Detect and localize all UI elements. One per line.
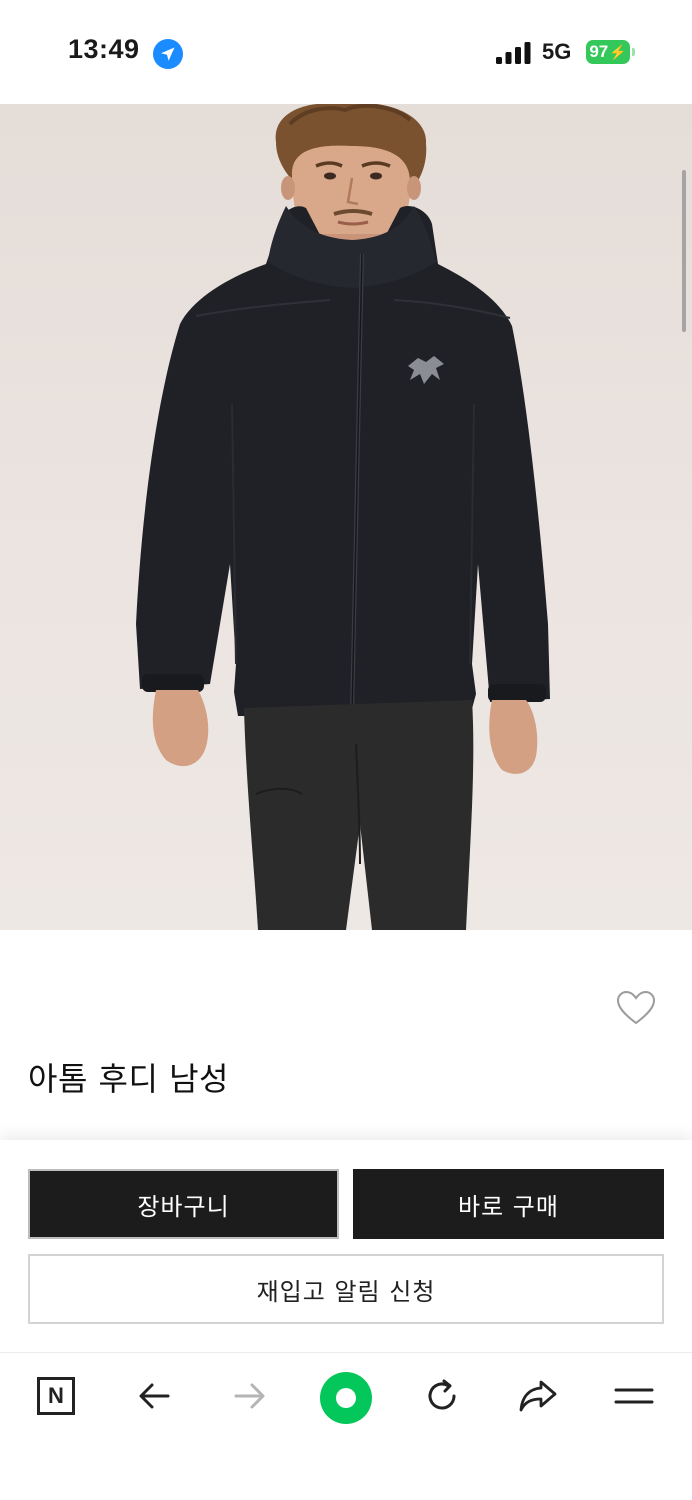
location-arrow-icon bbox=[153, 39, 183, 69]
menu-button[interactable] bbox=[610, 1372, 658, 1420]
naver-n-icon: N bbox=[37, 1377, 75, 1415]
reload-icon bbox=[428, 1379, 456, 1410]
page-scrollbar[interactable] bbox=[682, 170, 686, 332]
battery-cap bbox=[632, 48, 635, 56]
home-circle-button[interactable] bbox=[320, 1372, 372, 1424]
back-arrow-icon bbox=[139, 1383, 170, 1409]
battery-level: 97 bbox=[589, 42, 609, 61]
naver-n-button[interactable]: N bbox=[32, 1372, 80, 1420]
network-type: 5G bbox=[542, 39, 572, 64]
cellular-signal-icon bbox=[496, 42, 531, 64]
forward-button[interactable] bbox=[226, 1372, 274, 1420]
product-photo-illustration bbox=[136, 104, 550, 930]
home-circle-icon bbox=[336, 1388, 356, 1408]
back-button[interactable] bbox=[130, 1372, 178, 1420]
share-button[interactable] bbox=[514, 1372, 562, 1420]
product-image[interactable] bbox=[0, 104, 692, 930]
status-bar: 13:49 5G 97 ⚡ bbox=[0, 0, 692, 104]
product-title: 아톰 후디 남성 bbox=[28, 1060, 229, 1098]
reload-button[interactable] bbox=[418, 1372, 466, 1420]
forward-arrow-icon bbox=[234, 1383, 265, 1409]
buy-now-button[interactable]: 바로 구매 bbox=[353, 1169, 664, 1239]
charging-bolt-icon: ⚡ bbox=[609, 43, 627, 60]
battery-indicator: 97 ⚡ bbox=[586, 40, 630, 64]
heart-outline-icon[interactable] bbox=[616, 990, 656, 1026]
restock-alert-button[interactable]: 재입고 알림 신청 bbox=[28, 1254, 664, 1324]
share-icon bbox=[519, 1380, 557, 1412]
status-time: 13:49 bbox=[68, 34, 140, 64]
add-to-cart-button[interactable]: 장바구니 bbox=[28, 1169, 339, 1239]
menu-icon bbox=[614, 1388, 654, 1404]
